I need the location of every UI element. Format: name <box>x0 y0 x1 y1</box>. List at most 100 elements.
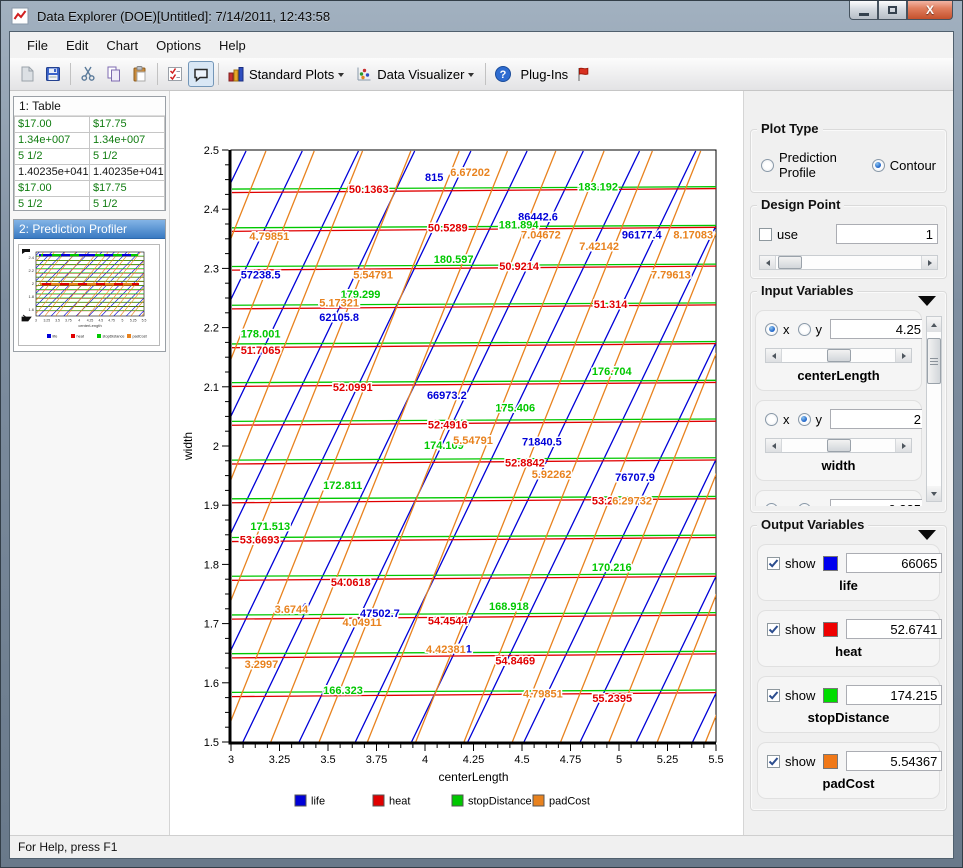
output-variable-name: heat <box>767 639 930 662</box>
radio-prediction-profile[interactable]: Prediction Profile <box>761 150 852 180</box>
scroll-down-arrow[interactable] <box>927 486 941 501</box>
svg-text:2: 2 <box>213 441 219 453</box>
series-color-swatch[interactable] <box>823 688 838 703</box>
svg-text:2.5: 2.5 <box>204 145 219 157</box>
plug-ins-label[interactable]: Plug-Ins <box>516 67 570 82</box>
new-document-button[interactable] <box>14 61 40 87</box>
contour-label-padCost: 4.42381 <box>426 644 466 656</box>
design-point-slider[interactable] <box>759 255 938 270</box>
output-variable-value[interactable] <box>846 553 942 573</box>
slider-thumb[interactable] <box>827 439 851 452</box>
maximize-button[interactable] <box>878 1 907 20</box>
save-button[interactable] <box>40 61 66 87</box>
data-visualizer-button[interactable]: Data Visualizer <box>351 63 481 85</box>
menu-item-edit[interactable]: Edit <box>57 34 97 57</box>
table-panel-title[interactable]: 1: Table <box>14 97 165 116</box>
menu-item-file[interactable]: File <box>18 34 57 57</box>
show-checkbox[interactable]: show <box>767 622 815 637</box>
show-checkbox[interactable]: show <box>767 754 815 769</box>
standard-plots-button[interactable]: Standard Plots <box>223 63 351 85</box>
checklist-button[interactable] <box>162 61 188 87</box>
input-variables-scrollbar[interactable] <box>926 316 942 502</box>
use-label: use <box>777 227 798 242</box>
save-icon <box>44 65 62 83</box>
contour-label-heat: 50.1363 <box>349 184 389 196</box>
show-checkbox[interactable]: show <box>767 556 815 571</box>
slider-track[interactable] <box>782 439 895 452</box>
output-variable-card: showlife <box>757 544 940 601</box>
input-variable-value[interactable] <box>830 499 922 506</box>
table-row[interactable]: $17.00$17.75 <box>15 181 165 197</box>
input-variable-slider[interactable] <box>765 348 912 363</box>
legend-swatch-life <box>295 795 306 806</box>
svg-text:3.5: 3.5 <box>320 754 335 766</box>
scroll-thumb[interactable] <box>927 338 941 384</box>
slider-thumb[interactable] <box>778 256 802 269</box>
collapse-output-variables-icon[interactable] <box>918 530 936 540</box>
collapse-input-variables-icon[interactable] <box>918 296 936 306</box>
profiler-panel-title[interactable]: 2: Prediction Profiler <box>14 220 165 239</box>
contour-label-heat: 51.7065 <box>241 345 281 357</box>
menu-item-chart[interactable]: Chart <box>97 34 147 57</box>
output-variable-value[interactable] <box>846 619 942 639</box>
radio-x[interactable]: x <box>765 502 790 507</box>
series-color-swatch[interactable] <box>823 754 838 769</box>
show-label: show <box>785 688 815 703</box>
title-bar[interactable]: Data Explorer (DOE)[Untitled]: 7/14/2011… <box>1 1 962 31</box>
paste-button[interactable] <box>127 61 153 87</box>
table-row[interactable]: 5 1/25 1/2 <box>15 149 165 165</box>
show-checkbox[interactable]: show <box>767 688 815 703</box>
prediction-profiler-panel[interactable]: 2: Prediction Profiler 2.42.221.81.633.2… <box>13 219 166 352</box>
table-row[interactable]: 5 1/25 1/2 <box>15 197 165 212</box>
radio-y-label: y <box>816 502 823 507</box>
radio-x[interactable]: x <box>765 322 790 337</box>
table-row[interactable]: 1.40235e+0411.40235e+041 <box>15 165 165 181</box>
use-checkbox[interactable]: use <box>759 227 798 242</box>
radio-x[interactable]: x <box>765 412 790 427</box>
menu-item-help[interactable]: Help <box>210 34 255 57</box>
design-point-input[interactable] <box>836 224 938 244</box>
close-button[interactable]: X <box>907 1 953 20</box>
table-row[interactable]: $17.00$17.75 <box>15 117 165 133</box>
radio-y[interactable]: y <box>798 322 823 337</box>
scroll-up-arrow[interactable] <box>927 317 941 332</box>
help-button[interactable]: ? <box>490 61 516 87</box>
svg-text:1.8: 1.8 <box>28 294 34 299</box>
svg-text:5.25: 5.25 <box>130 319 137 323</box>
slider-right-arrow[interactable] <box>895 439 911 452</box>
copy-button[interactable] <box>101 61 127 87</box>
input-variable-value[interactable] <box>830 409 922 429</box>
radio-y[interactable]: y <box>798 502 823 507</box>
slider-track[interactable] <box>776 256 921 269</box>
minimize-button[interactable] <box>849 1 878 20</box>
cut-button[interactable] <box>75 61 101 87</box>
table-row[interactable]: 1.34e+0071.34e+007 <box>15 133 165 149</box>
radio-y[interactable]: y <box>798 412 823 427</box>
scroll-track[interactable] <box>927 332 941 486</box>
profiler-thumbnail[interactable]: 2.42.221.81.633.253.53.7544.254.54.7555.… <box>18 244 160 346</box>
series-color-swatch[interactable] <box>823 556 838 571</box>
slider-thumb[interactable] <box>827 349 851 362</box>
radio-contour[interactable]: Contour <box>872 150 936 180</box>
slider-left-arrow[interactable] <box>766 349 782 362</box>
menu-item-options[interactable]: Options <box>147 34 210 57</box>
table-preview-panel[interactable]: 1: Table $17.00$17.751.34e+0071.34e+0075… <box>13 96 166 211</box>
slider-track[interactable] <box>782 349 895 362</box>
toolbar-separator <box>157 63 158 85</box>
input-variable-value[interactable] <box>830 319 922 339</box>
output-variable-card: show heat <box>757 610 940 667</box>
control-panel: Plot Type Prediction Profile Contour Des… <box>743 91 953 835</box>
series-color-swatch[interactable] <box>823 622 838 637</box>
input-variable-card: xycenterLength <box>755 310 922 391</box>
input-variable-slider[interactable] <box>765 438 912 453</box>
output-variable-value[interactable] <box>846 751 942 771</box>
slider-right-arrow[interactable] <box>895 349 911 362</box>
slider-left-arrow[interactable] <box>760 256 776 269</box>
output-variable-value[interactable] <box>846 685 942 705</box>
plug-ins-flag-button[interactable] <box>570 61 596 87</box>
slider-right-arrow[interactable] <box>921 256 937 269</box>
slider-left-arrow[interactable] <box>766 439 782 452</box>
comment-button[interactable] <box>188 61 214 87</box>
contour-chart[interactable]: 81586442.696177.457238.562105.866973.271… <box>170 91 743 835</box>
svg-text:2.4: 2.4 <box>204 204 219 216</box>
